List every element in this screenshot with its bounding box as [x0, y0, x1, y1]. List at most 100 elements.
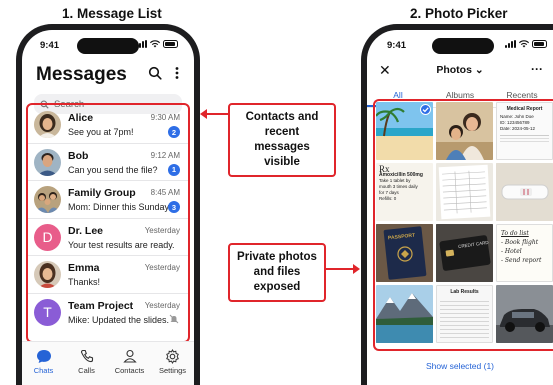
picker-header: ✕ Photos ⌄ ··· [367, 62, 553, 84]
medical-line: Date: 2024-05-12 [500, 126, 536, 131]
picker-title: Photos [436, 64, 472, 76]
picker-title-dropdown[interactable]: Photos ⌄ [436, 64, 483, 76]
tab-label: Chats [33, 366, 54, 375]
stage: 1. Message List 2. Photo Picker 9:41 Mes… [0, 0, 553, 385]
conversation-row[interactable]: Alice See you at 7pm! 9:30 AM 2 [28, 106, 188, 144]
contact-name: Bob [68, 149, 89, 162]
prescription-text: Rx Amoxicillin 500mg Take 1 tablet by mo… [376, 163, 433, 221]
photo-document-table[interactable] [436, 163, 493, 221]
todo-item: - Hotel [501, 248, 522, 255]
wifi-icon [150, 40, 160, 48]
photos-screen: 9:41 ✕ Photos ⌄ ··· All Albums Recents M… [367, 30, 553, 385]
photo-todo-note[interactable]: To do list - Book flight - Hotel - Send … [496, 224, 553, 282]
todo-item: - Send report [501, 257, 542, 264]
message-preview: Mike: Updated the slides. [68, 314, 170, 325]
messages-screen: 9:41 Messages Search Alice See you at 7pm… [22, 30, 194, 385]
contact-name: Family Group [68, 187, 136, 199]
system-indicators [505, 40, 547, 48]
medical-report-text: Medical Report Name: John Doe ID: 123456… [497, 103, 552, 159]
message-time: 8:45 AM [150, 188, 180, 197]
close-icon[interactable]: ✕ [379, 62, 391, 79]
message-time: Yesterday [144, 300, 180, 310]
page-title: Messages [36, 64, 127, 85]
callout-private-exposed: Private photos and files exposed [228, 243, 326, 302]
photo-beach[interactable] [376, 102, 433, 160]
search-icon[interactable] [148, 66, 162, 80]
avatar-letter: D [42, 229, 53, 245]
avatar: D [34, 223, 61, 251]
photo-passport[interactable]: PASSPORT [376, 224, 433, 282]
photo-grid: Medical Report Name: John Doe ID: 123456… [376, 102, 553, 343]
selected-check-icon [420, 104, 431, 115]
system-indicators [136, 40, 178, 48]
signal-icon [136, 40, 147, 48]
message-preview: Can you send the file? [68, 164, 158, 175]
unread-badge: 1 [168, 163, 180, 176]
conversation-row[interactable]: T Team Project Mike: Updated the slides. Ye… [28, 294, 188, 332]
conversation-row[interactable]: D Dr. Lee Your test results are ready. Yest… [28, 219, 188, 256]
avatar [34, 111, 61, 138]
header-actions [148, 66, 180, 80]
avatar [34, 261, 61, 288]
avatar [34, 148, 61, 176]
person-icon [122, 348, 137, 364]
chat-bubble-icon [36, 348, 52, 364]
messages-phone: 9:41 Messages Search Alice See you at 7pm… [16, 24, 200, 385]
refills: Refills: 0 [379, 196, 397, 201]
signal-icon [505, 40, 516, 48]
todo-text: To do list - Book flight - Hotel - Send … [497, 225, 552, 281]
conversation-row[interactable]: Emma Thanks! Yesterday [28, 256, 188, 294]
photo-lab-results[interactable]: Lab Results [436, 285, 493, 343]
conversation-row[interactable]: Bob Can you send the file? 9:12 AM 1 [28, 144, 188, 181]
arrow-to-messages [200, 109, 228, 119]
tab-chats[interactable]: Chats [22, 348, 65, 385]
message-preview: Thanks! [68, 277, 101, 287]
phone-icon [80, 348, 94, 364]
contact-name: Team Project [68, 299, 134, 312]
contact-name: Alice [68, 112, 94, 124]
contact-name: Emma [68, 262, 100, 274]
medical-report-title: Medical Report [506, 106, 543, 112]
photo-mountain-lake[interactable] [376, 285, 433, 343]
message-time: 9:12 AM [150, 150, 180, 160]
heading-photo-picker: 2. Photo Picker [410, 6, 508, 21]
message-preview: Mom: Dinner this Sunday? [68, 202, 175, 212]
message-time: Yesterday [144, 225, 180, 235]
status-bar: 9:41 [22, 39, 194, 53]
photo-credit-card[interactable]: CREDIT CARD [436, 224, 493, 282]
tab-contacts[interactable]: Contacts [108, 348, 151, 385]
unread-badge: 3 [168, 201, 180, 213]
more-vertical-icon[interactable] [174, 66, 180, 80]
unread-badge: 2 [168, 126, 180, 138]
bell-slash-icon [169, 314, 179, 326]
avatar [34, 186, 61, 213]
photo-medical-report[interactable]: Medical Report Name: John Doe ID: 123456… [496, 102, 553, 160]
lab-results-text: Lab Results [437, 286, 492, 342]
tab-label: Contacts [114, 366, 145, 375]
todo-title: To do list [501, 230, 529, 237]
conversation-row[interactable]: Family Group Mom: Dinner this Sunday? 8:45… [28, 181, 188, 219]
conversation-list: Alice See you at 7pm! 9:30 AM 2 Bob Can you s… [28, 106, 188, 331]
tab-settings[interactable]: Settings [151, 348, 194, 385]
tab-calls[interactable]: Calls [65, 348, 108, 385]
tab-label: Calls [78, 366, 95, 375]
show-selected-button[interactable]: Show selected (1) [367, 361, 553, 371]
status-time: 9:41 [40, 40, 60, 51]
message-time: Yesterday [144, 263, 180, 272]
status-bar: 9:41 [367, 39, 553, 53]
photo-prescription[interactable]: Rx Amoxicillin 500mg Take 1 tablet by mo… [376, 163, 433, 221]
photo-family[interactable] [436, 102, 493, 160]
photo-test-strip[interactable] [496, 163, 553, 221]
message-preview: See you at 7pm! [68, 127, 134, 137]
contact-name: Dr. Lee [68, 224, 104, 237]
avatar-letter: T [43, 304, 52, 320]
chevron-down-icon: ⌄ [474, 64, 484, 76]
callout-contacts-visible: Contacts and recent messages visible [228, 103, 336, 177]
heading-message-list: 1. Message List [62, 6, 162, 21]
photos-phone: 9:41 ✕ Photos ⌄ ··· All Albums Recents M… [361, 24, 553, 385]
gear-icon [165, 348, 180, 364]
wifi-icon [519, 40, 529, 48]
lab-title: Lab Results [450, 289, 479, 295]
more-icon[interactable]: ··· [531, 62, 543, 76]
photo-car[interactable] [496, 285, 553, 343]
